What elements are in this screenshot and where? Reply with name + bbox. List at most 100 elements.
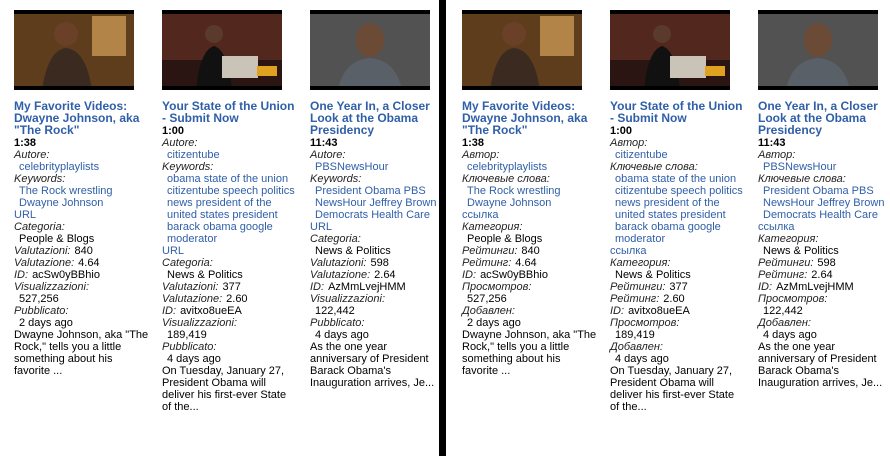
video-title-link[interactable]: My Favorite Videos: Dwayne Johnson, aka … [462,100,598,136]
ratings-label: Рейтинги: [610,281,666,293]
rating-value: 2.64 [374,269,396,281]
id-label: ID: [758,281,773,293]
video-thumbnail[interactable] [758,10,878,90]
author-label: Autore: [14,149,50,161]
author-label: Автор: [758,149,796,161]
views-value: 527,256 [467,293,507,305]
category-label: Categoria: [310,233,361,245]
keywords-label: Ключевые слова: [462,173,550,185]
views-value: 527,256 [19,293,59,305]
views-value: 189,419 [167,329,207,341]
rating-label: Рейтинг: [758,269,808,281]
published-value: 2 days ago [467,317,521,329]
video-title-link[interactable]: Your State of the Union - Submit Now [610,100,746,124]
author-link[interactable]: PBSNewsHour [310,161,446,173]
id-label: ID: [162,305,177,317]
video-card: My Favorite Videos: Dwayne Johnson, aka … [462,10,598,377]
video-thumbnail[interactable] [610,10,730,90]
rating-label: Valutazione: [310,269,371,281]
video-thumbnail[interactable] [310,10,430,90]
ratings-value: 598 [817,257,836,269]
views-label: Visualizzazioni: [162,317,238,329]
keywords-label: Keywords: [162,161,214,173]
url-link[interactable]: ссылка [610,245,746,257]
video-card: My Favorite Videos: Dwayne Johnson, aka … [14,10,150,377]
keyword-link[interactable]: The Rock wrestling [14,185,150,197]
video-duration: 1:38 [14,137,37,149]
ratings-label: Рейтинги: [758,257,814,269]
published-label: Pubblicato: [310,317,365,329]
ratings-value: 598 [370,257,389,269]
video-thumbnail[interactable] [162,10,282,90]
views-label: Просмотров: [462,281,532,293]
video-description: On Tuesday, January 27, President Obama … [610,365,735,413]
category-value: News & Politics [315,245,391,257]
video-title-link[interactable]: Your State of the Union - Submit Now [162,100,298,124]
video-description: On Tuesday, January 27, President Obama … [162,365,287,413]
video-thumbnail[interactable] [462,10,582,90]
id-value: AzMmLvejHMM [776,281,854,293]
author-link[interactable]: celebrityplaylists [462,161,598,173]
author-link[interactable]: citizentube [610,149,746,161]
views-value: 122,442 [763,305,803,317]
published-label: Добавлен: [462,305,515,317]
published-label: Добавлен: [610,341,663,353]
rating-value: 2.64 [811,269,833,281]
keyword-link[interactable]: Dwayne Johnson [462,197,598,209]
ratings-label: Valutazioni: [14,245,71,257]
video-thumbnail[interactable] [14,10,134,90]
video-title-link[interactable]: My Favorite Videos: Dwayne Johnson, aka … [14,100,150,136]
category-value: People & Blogs [467,233,543,245]
published-value: 4 days ago [167,353,221,365]
url-link[interactable]: ссылка [462,209,598,221]
keywords-label: Ключевые слова: [610,161,698,173]
author-link[interactable]: citizentube [162,149,298,161]
category-value: News & Politics [167,269,243,281]
views-label: Visualizzazioni: [14,281,90,293]
views-label: Просмотров: [758,293,828,305]
id-value: avitxo8ueEA [180,305,242,317]
id-label: ID: [14,269,29,281]
category-label: Категория: [462,221,523,233]
url-link[interactable]: URL [14,209,150,221]
video-duration: 1:38 [462,137,485,149]
url-link[interactable]: URL [162,245,298,257]
ratings-value: 840 [74,245,93,257]
keyword-link[interactable]: obama state of the union citizentube spe… [162,173,298,245]
ratings-label: Valutazioni: [162,281,219,293]
published-label: Pubblicato: [14,305,69,317]
views-value: 122,442 [315,305,355,317]
id-value: acSw0yBBhio [32,269,100,281]
rating-label: Valutazione: [162,293,223,305]
author-link[interactable]: PBSNewsHour [758,161,890,173]
category-value: People & Blogs [19,233,95,245]
author-label: Autore: [162,137,198,149]
id-value: AzMmLvejHMM [328,281,406,293]
id-value: acSw0yBBhio [480,269,548,281]
video-title-link[interactable]: One Year In, a Closer Look at the Obama … [310,100,446,136]
keyword-link[interactable]: President Obama PBS NewsHour Jeffrey Bro… [758,185,890,221]
author-label: Автор: [610,137,648,149]
video-card: One Year In, a Closer Look at the Obama … [758,10,890,389]
keywords-label: Keywords: [310,173,362,185]
video-description: As the one year anniversary of President… [758,341,883,389]
author-link[interactable]: celebrityplaylists [14,161,150,173]
published-value: 2 days ago [19,317,73,329]
keyword-link[interactable]: The Rock wrestling [462,185,598,197]
keyword-link[interactable]: Dwayne Johnson [14,197,150,209]
url-link[interactable]: URL [310,221,446,233]
keyword-link[interactable]: obama state of the union citizentube spe… [610,173,746,245]
keyword-link[interactable]: President Obama PBS NewsHour Jeffrey Bro… [310,185,446,221]
video-duration: 1:00 [610,125,633,137]
video-card: Your State of the Union - Submit Now 1:00… [162,10,298,413]
ratings-label: Valutazioni: [310,257,367,269]
views-label: Просмотров: [610,317,680,329]
rating-value: 4.64 [515,257,537,269]
published-value: 4 days ago [615,353,669,365]
video-title-link[interactable]: One Year In, a Closer Look at the Obama … [758,100,890,136]
url-link[interactable]: ссылка [758,221,890,233]
category-label: Categoria: [14,221,65,233]
keywords-label: Ключевые слова: [758,173,846,185]
video-card: Your State of the Union - Submit Now 1:00… [610,10,746,413]
views-label: Visualizzazioni: [310,293,386,305]
